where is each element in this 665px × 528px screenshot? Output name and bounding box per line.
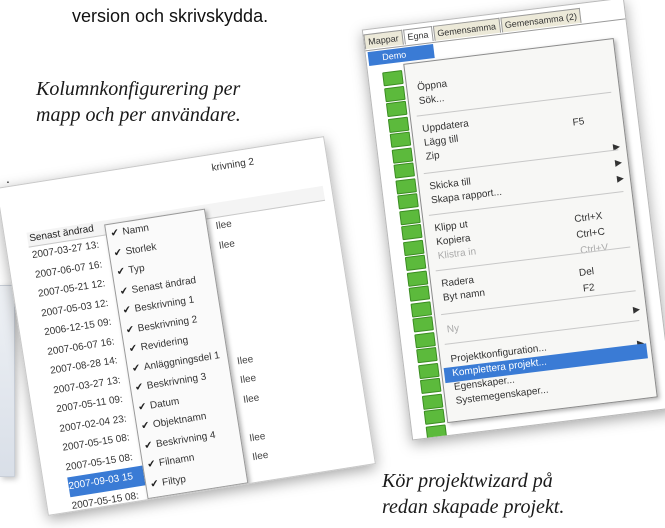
menu-separator <box>416 91 612 117</box>
folder-icon[interactable] <box>397 193 419 210</box>
menu-rename-shortcut: F2 <box>582 282 596 295</box>
folder-icon[interactable] <box>410 300 433 318</box>
column-option-label: Längdskala <box>164 488 217 508</box>
folder-icon[interactable] <box>419 377 442 395</box>
caption-line: redan skapade projekt. <box>382 496 565 518</box>
context-menu-screenshot: Mappar Egna Gemensamma Gemensamma (2) Demo … <box>361 0 665 441</box>
folder-icon[interactable] <box>385 100 408 118</box>
folder-icon[interactable] <box>408 285 431 302</box>
column-option-label: Namn <box>121 222 150 238</box>
column-option-label: Revidering <box>139 334 189 354</box>
folder-icon[interactable] <box>395 177 417 195</box>
folder-icon[interactable] <box>414 331 436 348</box>
menu-delete-shortcut: Del <box>578 266 595 279</box>
stray-dot: . <box>6 170 10 186</box>
folder-icon[interactable] <box>401 223 423 241</box>
folder-icon[interactable] <box>406 270 429 287</box>
column-option-label: Filnamn <box>158 452 196 469</box>
folder-icon[interactable] <box>416 346 438 364</box>
folder-icon[interactable] <box>423 408 446 425</box>
folder-icon[interactable] <box>389 131 412 148</box>
menu-search[interactable]: Sök... <box>418 92 445 109</box>
menu-add[interactable]: Lägg till <box>423 133 459 151</box>
folder-icon[interactable] <box>404 254 427 271</box>
folder-context-menu: Öppna Sök... Uppdatera F5 Lägg till Zip … <box>403 37 658 424</box>
column-option-label: Storlek <box>124 241 158 257</box>
submenu-arrow-icon: ▶ <box>632 303 641 315</box>
folder-icon[interactable] <box>384 85 406 102</box>
caption-line: mapp och per användare. <box>36 104 241 126</box>
value-cell <box>257 476 329 506</box>
submenu-arrow-icon: ▶ <box>614 156 623 168</box>
tab-mappar[interactable]: Mappar <box>363 29 404 50</box>
submenu-arrow-icon: ▶ <box>612 141 621 152</box>
folder-icon[interactable] <box>399 208 421 225</box>
partial-screenshot-edge <box>0 285 15 477</box>
menu-separator <box>423 149 619 175</box>
folder-icon[interactable] <box>421 393 444 410</box>
caption-line: Kör projektwizard på <box>382 470 553 492</box>
folder-icon[interactable] <box>393 162 416 179</box>
menu-zip[interactable]: Zip <box>425 149 441 165</box>
menu-new[interactable]: Ny <box>446 322 460 337</box>
menu-update-shortcut: F5 <box>572 116 585 129</box>
caption-column-config: Kolumnkonfigurering per mapp och per anv… <box>36 76 336 128</box>
folder-icon[interactable] <box>425 423 448 441</box>
column-option-label: Filtyp <box>161 473 187 489</box>
folder-icon[interactable] <box>402 239 425 256</box>
folder-icon[interactable] <box>387 116 410 133</box>
tab-egna[interactable]: Egna <box>402 26 434 45</box>
folder-icon[interactable] <box>412 316 434 333</box>
caption-line: Kolumnkonfigurering per <box>36 78 241 100</box>
folder-icon[interactable] <box>391 146 414 164</box>
menu-cut-shortcut: Ctrl+X <box>573 210 604 226</box>
tab-gemensamma[interactable]: Gemensamma <box>432 17 501 41</box>
menu-copy-shortcut: Ctrl+C <box>575 226 606 241</box>
top-text: version och skrivskydda. <box>72 6 269 26</box>
column-config-screenshot: krivning 2 Senast ändrad 2007-03-27 13: 2… <box>0 136 376 516</box>
folder-icon[interactable] <box>418 362 440 379</box>
column-option-label: Typ <box>127 262 146 277</box>
tab-gemensamma-2-[interactable]: Gemensamma (2) <box>499 7 582 33</box>
column-header-description2: krivning 2 <box>210 156 255 174</box>
column-option-label: Datum <box>149 395 180 412</box>
folder-icon[interactable] <box>382 70 404 87</box>
submenu-arrow-icon: ▶ <box>616 172 625 184</box>
caption-project-wizard: Kör projektwizard på redan skapade proje… <box>382 468 665 520</box>
